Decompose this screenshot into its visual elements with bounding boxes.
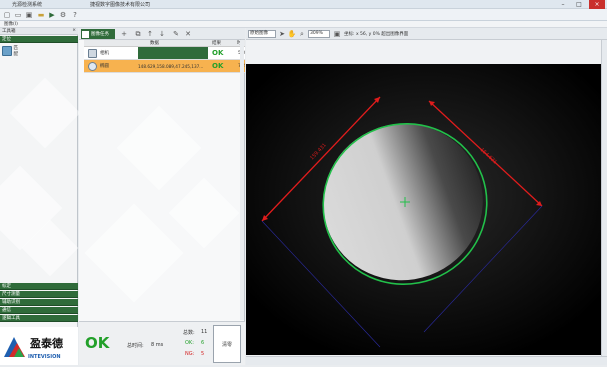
table-row[interactable]: 椭圆 148.629,158.089,47.245,137... OK 7.2: [84, 60, 245, 73]
toolbox-header: 工具箱 ×: [0, 28, 78, 35]
window-title: 光源检测系统: [12, 2, 43, 8]
ok-count-value: 6: [201, 340, 205, 346]
tool-match-label: 匹配: [13, 46, 19, 57]
title-bar: 光源检测系统 捷视数字图像技术有限公司 – □ ×: [0, 0, 607, 9]
settings-icon[interactable]: ⚙: [58, 10, 68, 20]
inspection-image: 159.431 154.621: [246, 64, 607, 355]
table-row[interactable]: 相机 OK 5.0: [84, 47, 245, 60]
fit-icon[interactable]: ▣: [332, 29, 342, 39]
tool-match[interactable]: 匹配: [2, 45, 22, 57]
viewer-vertical-scrollbar[interactable]: [601, 40, 607, 356]
row-result: OK: [212, 49, 224, 57]
row-data: 148.629,158.089,47.245,137...: [138, 63, 204, 69]
viewer-toolbar: 原始图像 ➤ ✋ ⌕ 309% ▣ 坐标: x 56, y 0% 超出图像界面: [246, 28, 607, 40]
background-decoration: [116, 105, 202, 191]
row-data: [138, 47, 208, 59]
section-comm[interactable]: 通信: [0, 307, 78, 314]
move-down-icon[interactable]: ↓: [157, 29, 167, 39]
total-count-label: 总数:: [183, 330, 195, 336]
total-count-value: 11: [201, 329, 208, 335]
col-data: 数据: [150, 41, 159, 46]
section-measure[interactable]: 尺寸测量: [0, 291, 78, 298]
ellipse-icon: [88, 60, 97, 72]
save-icon[interactable]: ▣: [24, 10, 34, 20]
pan-icon[interactable]: ✋: [287, 29, 297, 39]
company-name: 捷视数字图像技术有限公司: [90, 2, 151, 8]
task-toolbar: 图像任务 + ⧉ ↑ ↓ ✎ ✕: [79, 28, 245, 40]
image-viewer: 原始图像 ➤ ✋ ⌕ 309% ▣ 坐标: x 56, y 0% 超出图像界面: [246, 28, 607, 365]
brand-en: INTEVISION: [28, 354, 61, 360]
image-canvas[interactable]: 159.431 154.621: [246, 64, 607, 355]
toolbox-title: 工具箱: [2, 29, 16, 34]
section-locate[interactable]: 定位: [0, 36, 78, 43]
close-icon[interactable]: ×: [72, 28, 76, 33]
background-decoration: [9, 77, 81, 149]
image-select[interactable]: 原始图像: [248, 30, 276, 38]
move-up-icon[interactable]: ↑: [145, 29, 155, 39]
total-time-value: 8 ms: [151, 342, 164, 348]
coords-readout: 坐标: x 56, y 0% 超出图像界面: [344, 32, 409, 37]
copy-icon[interactable]: ⧉: [133, 29, 143, 39]
reset-button-label: 清零: [221, 341, 232, 348]
vertical-scrollbar[interactable]: [240, 40, 244, 320]
row-name: 椭圆: [100, 64, 109, 69]
summary-panel: OK 总时间: 8 ms 总数: 11 OK: 6 NG: 5 清零: [79, 321, 245, 365]
zoom-icon[interactable]: ⌕: [297, 29, 307, 39]
match-icon: [2, 46, 12, 56]
row-result: OK: [212, 62, 224, 70]
background-decoration: [168, 177, 240, 249]
edit-icon[interactable]: ✎: [171, 29, 181, 39]
run-icon[interactable]: ▶: [47, 10, 57, 20]
tab-image-task[interactable]: 图像任务: [81, 29, 115, 39]
camera-icon: [88, 47, 97, 59]
add-icon[interactable]: +: [119, 29, 129, 39]
overall-status: OK: [85, 334, 110, 352]
toolbox-panel: 工具箱 × 定位 匹配 标定 尺寸测量 辅助识别 通信 逻辑工具: [0, 28, 81, 365]
task-panel: 图像任务 + ⧉ ↑ ↓ ✎ ✕ 数据 结果 时 相机 OK 5.0 椭圆: [79, 28, 245, 365]
pointer-icon[interactable]: ➤: [277, 29, 287, 39]
tab-image-task-label: 图像任务: [91, 32, 109, 37]
ng-count-label: NG:: [185, 351, 195, 357]
section-logic[interactable]: 逻辑工具: [0, 315, 78, 322]
col-result: 结果: [212, 41, 221, 46]
background-decoration: [84, 203, 184, 303]
menu-bar: 图像(I): [0, 21, 607, 28]
ng-count-value: 5: [201, 351, 205, 357]
task-table: 数据 结果 时 相机 OK 5.0 椭圆 148.629,158.089,47.…: [84, 40, 245, 73]
new-icon[interactable]: ▢: [2, 10, 12, 20]
close-button[interactable]: ×: [589, 0, 605, 9]
image-icon: [82, 30, 89, 38]
reset-button[interactable]: 清零: [213, 325, 241, 363]
table-header: 数据 结果 时: [84, 40, 245, 47]
total-time-label: 总时间:: [127, 343, 144, 349]
section-calibration[interactable]: 标定: [0, 283, 78, 290]
viewer-horizontal-scrollbar[interactable]: [246, 356, 607, 365]
brand-cn: 盈泰德: [30, 337, 63, 350]
folder-icon[interactable]: ▬: [36, 10, 46, 20]
section-assist[interactable]: 辅助识别: [0, 299, 78, 306]
minimize-button[interactable]: –: [555, 0, 571, 9]
menu-image[interactable]: 图像(I): [4, 21, 18, 27]
open-icon[interactable]: ▭: [13, 10, 23, 20]
maximize-button[interactable]: □: [571, 0, 587, 9]
row-name: 相机: [100, 51, 109, 56]
help-icon[interactable]: ?: [70, 10, 80, 20]
main-toolbar: ▢ ▭ ▣ ▬ ▶ ⚙ ?: [0, 9, 607, 21]
zoom-select[interactable]: 309%: [308, 30, 330, 38]
ok-count-label: OK:: [185, 340, 194, 346]
brand-logo: 盈泰德 INTEVISION: [0, 327, 78, 365]
delete-icon[interactable]: ✕: [183, 29, 193, 39]
